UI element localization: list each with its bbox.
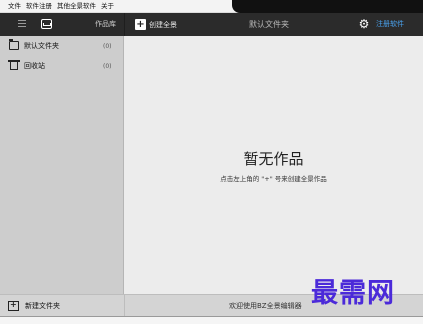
sidebar: 默认文件夹 (0) 回收站 (0) bbox=[0, 36, 124, 294]
new-folder-icon bbox=[8, 300, 19, 311]
welcome-message: 欢迎使用BZ全景编辑器 bbox=[229, 302, 302, 310]
create-panorama-button[interactable]: + 创建全景 bbox=[135, 19, 177, 30]
title-bar-decoration bbox=[232, 0, 423, 13]
sidebar-item-label: 回收站 bbox=[24, 62, 45, 70]
trash-icon bbox=[8, 60, 20, 70]
sidebar-item-count: (0) bbox=[103, 62, 112, 70]
works-area: 暂无作品 点击左上角的 "+" 号来创建全景作品 bbox=[124, 36, 423, 294]
plus-icon: + bbox=[135, 19, 146, 30]
menu-register[interactable]: 软件注册 bbox=[26, 0, 52, 13]
sidebar-item-label: 默认文件夹 bbox=[24, 42, 59, 50]
sidebar-item-count: (0) bbox=[103, 42, 112, 50]
empty-state-title: 暂无作品 bbox=[243, 150, 304, 168]
sidebar-item-recycle-bin[interactable]: 回收站 (0) bbox=[0, 56, 124, 76]
window-bottom-edge bbox=[0, 316, 423, 324]
current-folder-title: 默认文件夹 bbox=[249, 20, 289, 29]
new-folder-label: 新建文件夹 bbox=[25, 302, 60, 310]
register-software-link[interactable]: 注册软件 bbox=[376, 13, 404, 36]
main-toolbar: + 创建全景 默认文件夹 ⚙ 注册软件 bbox=[124, 13, 423, 36]
hamburger-icon[interactable] bbox=[18, 20, 26, 28]
new-folder-button[interactable]: 新建文件夹 bbox=[8, 295, 60, 317]
divider bbox=[124, 295, 125, 317]
sidebar-item-default-folder[interactable]: 默认文件夹 (0) bbox=[0, 36, 124, 56]
create-panorama-label: 创建全景 bbox=[149, 20, 177, 29]
library-header: 作品库 bbox=[0, 13, 124, 36]
library-label: 作品库 bbox=[95, 20, 116, 28]
menu-file[interactable]: 文件 bbox=[8, 0, 21, 13]
menu-about[interactable]: 关于 bbox=[101, 0, 114, 13]
gear-icon[interactable]: ⚙ bbox=[358, 18, 370, 30]
watermark: 最需网 bbox=[311, 278, 395, 309]
empty-state-hint: 点击左上角的 "+" 号来创建全景作品 bbox=[220, 175, 327, 183]
folder-icon bbox=[9, 39, 19, 50]
inbox-icon[interactable] bbox=[41, 19, 52, 29]
menu-other-software[interactable]: 其他全景软件 bbox=[57, 0, 96, 13]
